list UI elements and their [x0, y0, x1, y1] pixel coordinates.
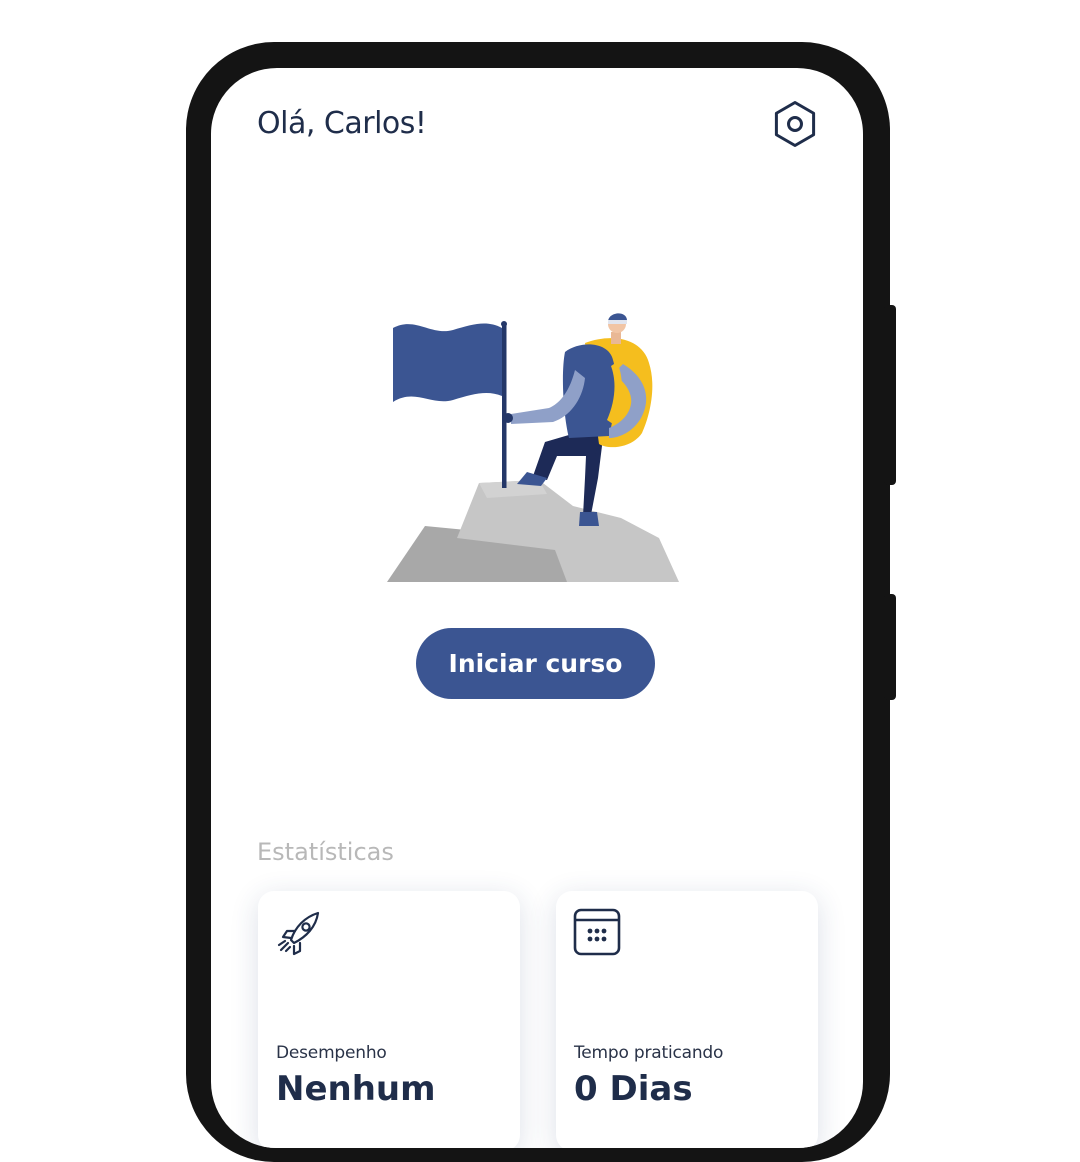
performance-card[interactable]: Desempenho Nenhum: [258, 891, 520, 1148]
settings-icon: [774, 101, 816, 147]
settings-button[interactable]: [769, 98, 821, 150]
calendar-icon: [573, 908, 621, 956]
stats-section-title: Estatísticas: [257, 838, 394, 866]
performance-value: Nenhum: [276, 1069, 436, 1109]
phone-screen: Olá, Carlos! Iniciar curso Estatísticas …: [211, 68, 863, 1148]
practice-time-value: 0 Dias: [574, 1069, 693, 1109]
greeting-title: Olá, Carlos!: [257, 106, 427, 141]
phone-power-button: [884, 594, 896, 700]
start-course-button[interactable]: Iniciar curso: [416, 628, 655, 699]
practice-time-label: Tempo praticando: [574, 1043, 724, 1063]
phone-volume-button: [884, 305, 896, 485]
rocket-icon: [277, 911, 320, 956]
performance-label: Desempenho: [276, 1043, 387, 1063]
practice-time-card[interactable]: Tempo praticando 0 Dias: [556, 891, 818, 1148]
hiker-illustration: [387, 313, 679, 582]
